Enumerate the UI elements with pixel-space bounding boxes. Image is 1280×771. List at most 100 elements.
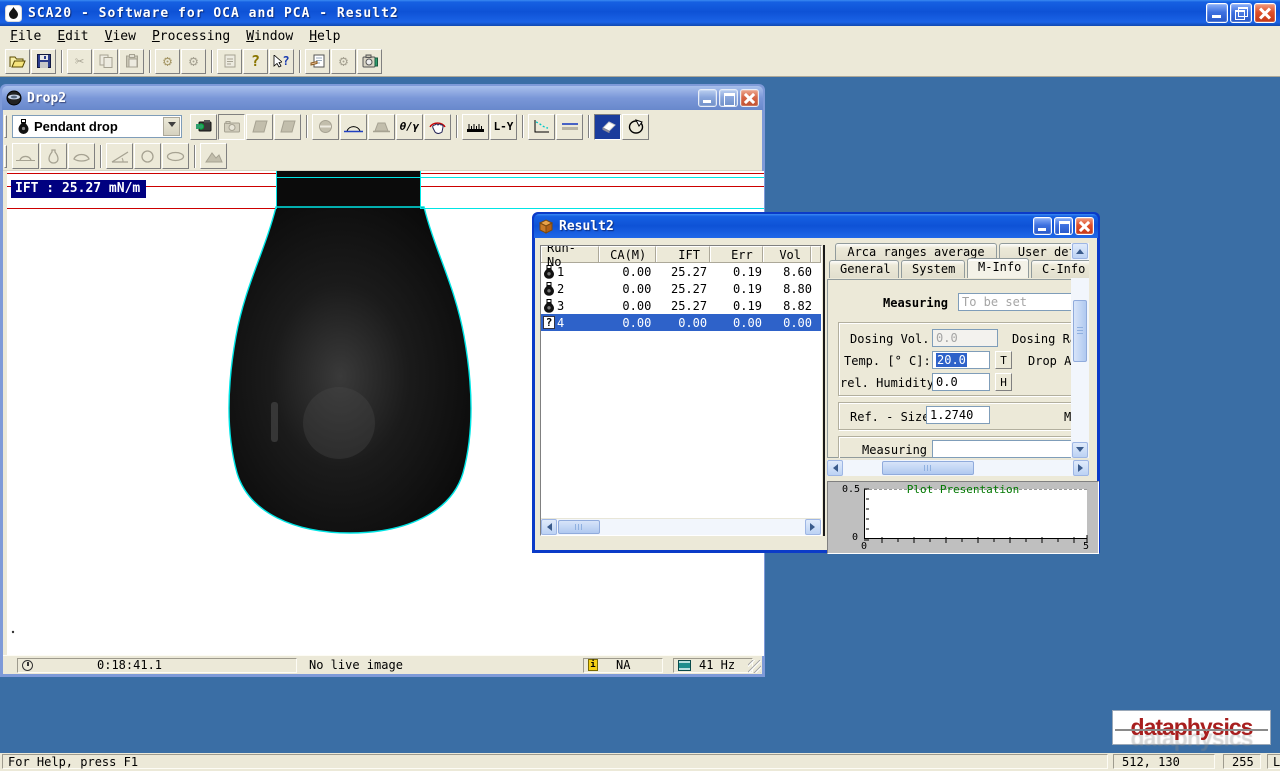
pane-splitter[interactable] xyxy=(823,245,825,536)
circle-fit-icon xyxy=(140,149,155,164)
method-combo[interactable]: Pendant drop xyxy=(12,115,182,138)
maximize-icon[interactable] xyxy=(719,89,738,107)
copy-button[interactable] xyxy=(93,49,118,74)
scroll-left-button[interactable] xyxy=(541,519,557,535)
theta-gamma-button[interactable]: θ/γ xyxy=(396,114,423,140)
ellipse-pen-button[interactable] xyxy=(622,114,649,140)
needle-diameter-button[interactable] xyxy=(312,114,339,140)
menu-file[interactable]: File xyxy=(2,28,49,45)
scrollbar-thumb[interactable] xyxy=(558,520,600,534)
contact-angle-gray-button[interactable] xyxy=(368,114,395,140)
err-value: 0.19 xyxy=(716,282,771,296)
tab-c-info[interactable]: C-Info xyxy=(1031,260,1089,278)
column-header-run-no[interactable]: Run-No xyxy=(541,246,599,263)
maximize-icon[interactable] xyxy=(1054,217,1073,235)
circle-fit-button[interactable] xyxy=(134,143,161,169)
toolbar-gripper[interactable] xyxy=(4,115,7,138)
table-hscrollbar[interactable] xyxy=(541,518,821,535)
grab-2-button[interactable] xyxy=(274,114,301,140)
scroll-down-button[interactable] xyxy=(1072,442,1088,458)
column-header-vol[interactable]: Vol xyxy=(763,246,811,263)
save-button[interactable] xyxy=(31,49,56,74)
scroll-right-button[interactable] xyxy=(1073,460,1089,476)
result2-titlebar[interactable]: Result2 xyxy=(534,214,1098,238)
report-hand-button[interactable] xyxy=(305,49,330,74)
minimize-icon[interactable] xyxy=(1033,217,1052,235)
sessile-arc-button[interactable] xyxy=(12,143,39,169)
mountain-button[interactable] xyxy=(200,143,227,169)
scroll-up-button[interactable] xyxy=(1072,243,1088,259)
menu-edit[interactable]: Edit xyxy=(49,28,96,45)
scrollbar-thumb[interactable] xyxy=(1073,300,1087,362)
panel-hscrollbar[interactable] xyxy=(827,459,1089,476)
result2-window-icon xyxy=(538,218,554,234)
restore-icon[interactable] xyxy=(1230,3,1252,23)
close-icon[interactable] xyxy=(1075,217,1094,235)
curve-plot-button[interactable] xyxy=(528,114,555,140)
tilt-angle-button[interactable] xyxy=(106,143,133,169)
measuring2-field[interactable] xyxy=(932,440,1084,458)
dosing-vol-field[interactable]: 0.0 xyxy=(932,329,998,347)
column-header-ca-m[interactable]: CA(M) xyxy=(599,246,656,263)
close-icon[interactable] xyxy=(740,89,759,107)
toolbar-gripper[interactable] xyxy=(4,145,7,168)
export-document-button[interactable] xyxy=(217,49,242,74)
column-header-ift[interactable]: IFT xyxy=(656,246,710,263)
humidity-field[interactable]: 0.0 xyxy=(932,373,990,391)
temp-unit-button[interactable]: T xyxy=(995,351,1012,369)
scroll-right-button[interactable] xyxy=(805,519,821,535)
settings-gear-button[interactable]: ⚙ xyxy=(155,49,180,74)
eraser-button[interactable] xyxy=(594,114,621,140)
resize-grip[interactable] xyxy=(748,660,761,673)
table-row-selected[interactable]: ? 4 0.00 0.00 0.00 0.00 xyxy=(541,314,821,331)
scrollbar-thumb[interactable] xyxy=(882,461,974,475)
baseline-line-button[interactable] xyxy=(556,114,583,140)
lying-drop-button[interactable] xyxy=(68,143,95,169)
run-number: 3 xyxy=(557,299,564,313)
menu-processing[interactable]: Processing xyxy=(144,28,238,45)
column-header-err[interactable]: Err xyxy=(710,246,763,263)
tab-system[interactable]: System xyxy=(901,260,965,278)
ref-size-field[interactable]: 1.2740 xyxy=(926,406,990,424)
snapshot-device-button[interactable] xyxy=(357,49,382,74)
open-file-button[interactable] xyxy=(5,49,30,74)
tab-row-main: General System M-Info C-Info xyxy=(829,260,1089,278)
settings-gear-drag-button[interactable]: ⚙ xyxy=(181,49,206,74)
manual-fit-hand-button[interactable] xyxy=(424,114,451,140)
minimize-icon[interactable] xyxy=(1206,3,1228,23)
process-gear-button[interactable]: ⚙ xyxy=(331,49,356,74)
scroll-left-button[interactable] xyxy=(827,460,843,476)
table-row[interactable]: 2 0.00 25.27 0.19 8.80 xyxy=(541,280,821,297)
context-help-button[interactable]: ? xyxy=(269,49,294,74)
main-window-titlebar[interactable]: SCA20 - Software for OCA and PCA - Resul… xyxy=(0,0,1280,26)
help-button[interactable]: ? xyxy=(243,49,268,74)
snapshot-camera-button[interactable] xyxy=(218,114,245,140)
drop2-titlebar[interactable]: Drop2 xyxy=(2,86,763,110)
pendant-outline-button[interactable] xyxy=(40,143,67,169)
paste-button[interactable] xyxy=(119,49,144,74)
toolbar-separator xyxy=(299,50,301,73)
table-row[interactable]: 1 0.00 25.27 0.19 8.60 xyxy=(541,263,821,280)
live-video-button[interactable] xyxy=(190,114,217,140)
menu-help[interactable]: Help xyxy=(301,28,348,45)
humidity-unit-button[interactable]: H xyxy=(995,373,1012,391)
combo-dropdown-button[interactable] xyxy=(163,117,180,136)
drop2-toolbar-1: Pendant drop xyxy=(3,111,762,142)
cut-button[interactable]: ✂ xyxy=(67,49,92,74)
measuring-field[interactable]: To be set xyxy=(958,293,1089,311)
menu-window[interactable]: Window xyxy=(238,28,301,45)
process-gear-icon: ⚙ xyxy=(339,54,348,69)
table-row[interactable]: 3 0.00 25.27 0.19 8.82 xyxy=(541,297,821,314)
contact-angle-arc-button[interactable] xyxy=(340,114,367,140)
menu-view[interactable]: View xyxy=(97,28,144,45)
close-icon[interactable] xyxy=(1254,3,1276,23)
ellipse-fit-button[interactable] xyxy=(162,143,189,169)
laplace-young-button[interactable]: L-Y xyxy=(490,114,517,140)
temp-field[interactable]: 20.0 xyxy=(932,351,990,369)
minimize-icon[interactable] xyxy=(698,89,717,107)
tab-m-info[interactable]: M-Info xyxy=(967,258,1029,278)
grab-1-button[interactable] xyxy=(246,114,273,140)
baseline-button[interactable] xyxy=(462,114,489,140)
tab-general[interactable]: General xyxy=(829,260,899,278)
cut-icon: ✂ xyxy=(75,54,84,69)
